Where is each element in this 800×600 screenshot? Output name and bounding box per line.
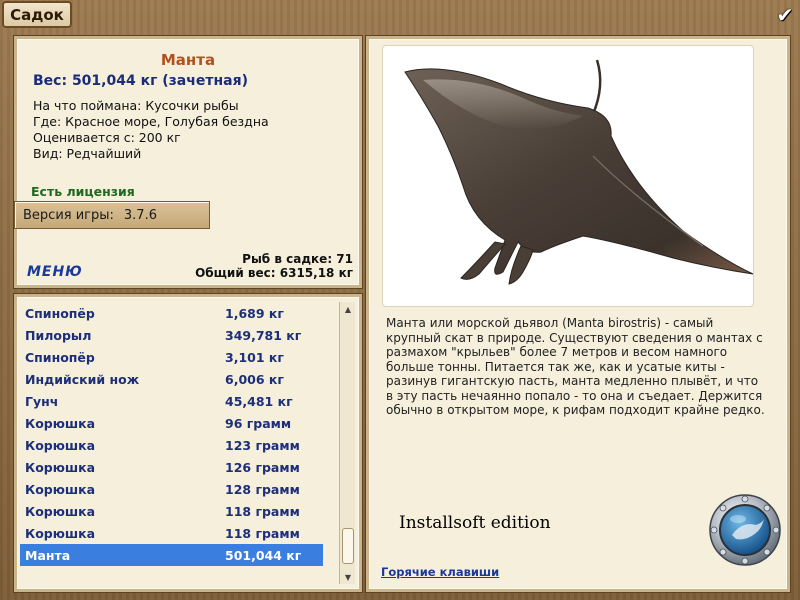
- manta-ray-image: [404, 59, 754, 285]
- checkmark-icon[interactable]: ✔: [774, 4, 796, 26]
- catch-fish-weight: 126 грамм: [225, 459, 300, 475]
- catch-list-row[interactable]: Индийский нож 6,006 кг: [20, 368, 323, 390]
- catch-fish-name: Индийский нож: [25, 371, 140, 387]
- catch-list-row[interactable]: Корюшка 118 грамм: [20, 500, 323, 522]
- catch-fish-weight: 118 грамм: [225, 503, 300, 519]
- catch-list-row[interactable]: Корюшка 123 грамм: [20, 434, 323, 456]
- hotkeys-link[interactable]: Горячие клавиши: [381, 565, 499, 579]
- catch-fish-weight: 6,006 кг: [225, 371, 284, 387]
- catch-list-panel: Спинопёр 1,689 кг Пилорыл 349,781 кг Спинопё…: [14, 294, 362, 592]
- edition-label: Installsoft edition: [399, 513, 551, 533]
- catch-fish-weight: 349,781 кг: [225, 327, 302, 343]
- fish-detail-panel: Манта или морской дьявол (Manta birostri…: [366, 36, 790, 592]
- catch-fish-weight: 118 грамм: [225, 525, 300, 541]
- catch-fish-name: Спинопёр: [25, 305, 95, 321]
- fish-description: Манта или морской дьявол (Manta birostri…: [386, 316, 765, 417]
- license-status: Есть лицензия: [31, 184, 135, 199]
- catch-fish-name: Корюшка: [25, 525, 96, 541]
- catch-list-row[interactable]: Корюшка 96 грамм: [20, 412, 323, 434]
- menu-button[interactable]: МЕНЮ: [27, 264, 83, 280]
- fish-weight: Вес: 501,044 кг (зачетная): [33, 73, 248, 89]
- porthole-fish-icon[interactable]: [708, 493, 782, 567]
- fish-value: Оценивается с: 200 кг: [33, 130, 181, 145]
- catch-list-row[interactable]: Пилорыл 349,781 кг: [20, 324, 323, 346]
- total-weight: Общий вес: 6315,18 кг: [195, 266, 353, 280]
- catch-list-row[interactable]: Манта 501,044 кг: [20, 544, 323, 566]
- fish-location: Где: Красное море, Голубая бездна: [33, 114, 269, 129]
- catch-fish-name: Спинопёр: [25, 349, 95, 365]
- fish-image-frame: [382, 45, 754, 307]
- catch-fish-weight: 3,101 кг: [225, 349, 284, 365]
- catch-fish-weight: 1,689 кг: [225, 305, 284, 321]
- version-value: 3.7.6: [123, 207, 157, 223]
- fish-rarity: Вид: Редчайший: [33, 146, 142, 161]
- fish-bait: На что поймана: Кусочки рыбы: [33, 98, 239, 113]
- catch-fish-name: Корюшка: [25, 459, 96, 475]
- catch-list-row[interactable]: Гунч 45,481 кг: [20, 390, 323, 412]
- catch-fish-weight: 128 грамм: [225, 481, 300, 497]
- fish-info-panel: Манта Вес: 501,044 кг (зачетная) На что …: [14, 36, 362, 288]
- catch-list-row[interactable]: Корюшка 126 грамм: [20, 456, 323, 478]
- catch-fish-name: Корюшка: [25, 437, 96, 453]
- catch-fish-name: Корюшка: [25, 503, 96, 519]
- catch-fish-weight: 123 грамм: [225, 437, 300, 453]
- catch-fish-name: Корюшка: [25, 481, 96, 497]
- catch-fish-weight: 501,044 кг: [225, 547, 302, 563]
- fish-count: Рыб в садке: 71: [242, 252, 353, 266]
- catch-fish-weight: 45,481 кг: [225, 393, 293, 409]
- catch-list-row[interactable]: Корюшка 128 грамм: [20, 478, 323, 500]
- version-label: Версия игры:: [23, 207, 114, 223]
- catch-fish-name: Корюшка: [25, 415, 96, 431]
- fish-name: Манта: [160, 51, 216, 69]
- catch-fish-name: Пилорыл: [25, 327, 92, 343]
- scroll-thumb[interactable]: [342, 528, 354, 564]
- catch-list-row[interactable]: Спинопёр 1,689 кг: [20, 302, 323, 324]
- catch-list-row[interactable]: Корюшка 118 грамм: [20, 522, 323, 544]
- fish-keeper-window: Садок ✔ Манта Вес: 501,044 кг (зачетная)…: [0, 0, 800, 600]
- catch-list: Спинопёр 1,689 кг Пилорыл 349,781 кг Спинопё…: [20, 302, 323, 582]
- version-bar: Версия игры: 3.7.6: [14, 201, 210, 229]
- catch-fish-name: Манта: [25, 547, 71, 563]
- list-scrollbar[interactable]: ▲ ▼: [339, 302, 355, 584]
- scroll-down-icon[interactable]: ▼: [340, 570, 356, 584]
- catch-fish-weight: 96 грамм: [225, 415, 292, 431]
- scroll-up-icon[interactable]: ▲: [340, 302, 356, 316]
- catch-list-row[interactable]: Спинопёр 3,101 кг: [20, 346, 323, 368]
- catch-fish-name: Гунч: [25, 393, 59, 409]
- window-title: Садок: [2, 1, 72, 28]
